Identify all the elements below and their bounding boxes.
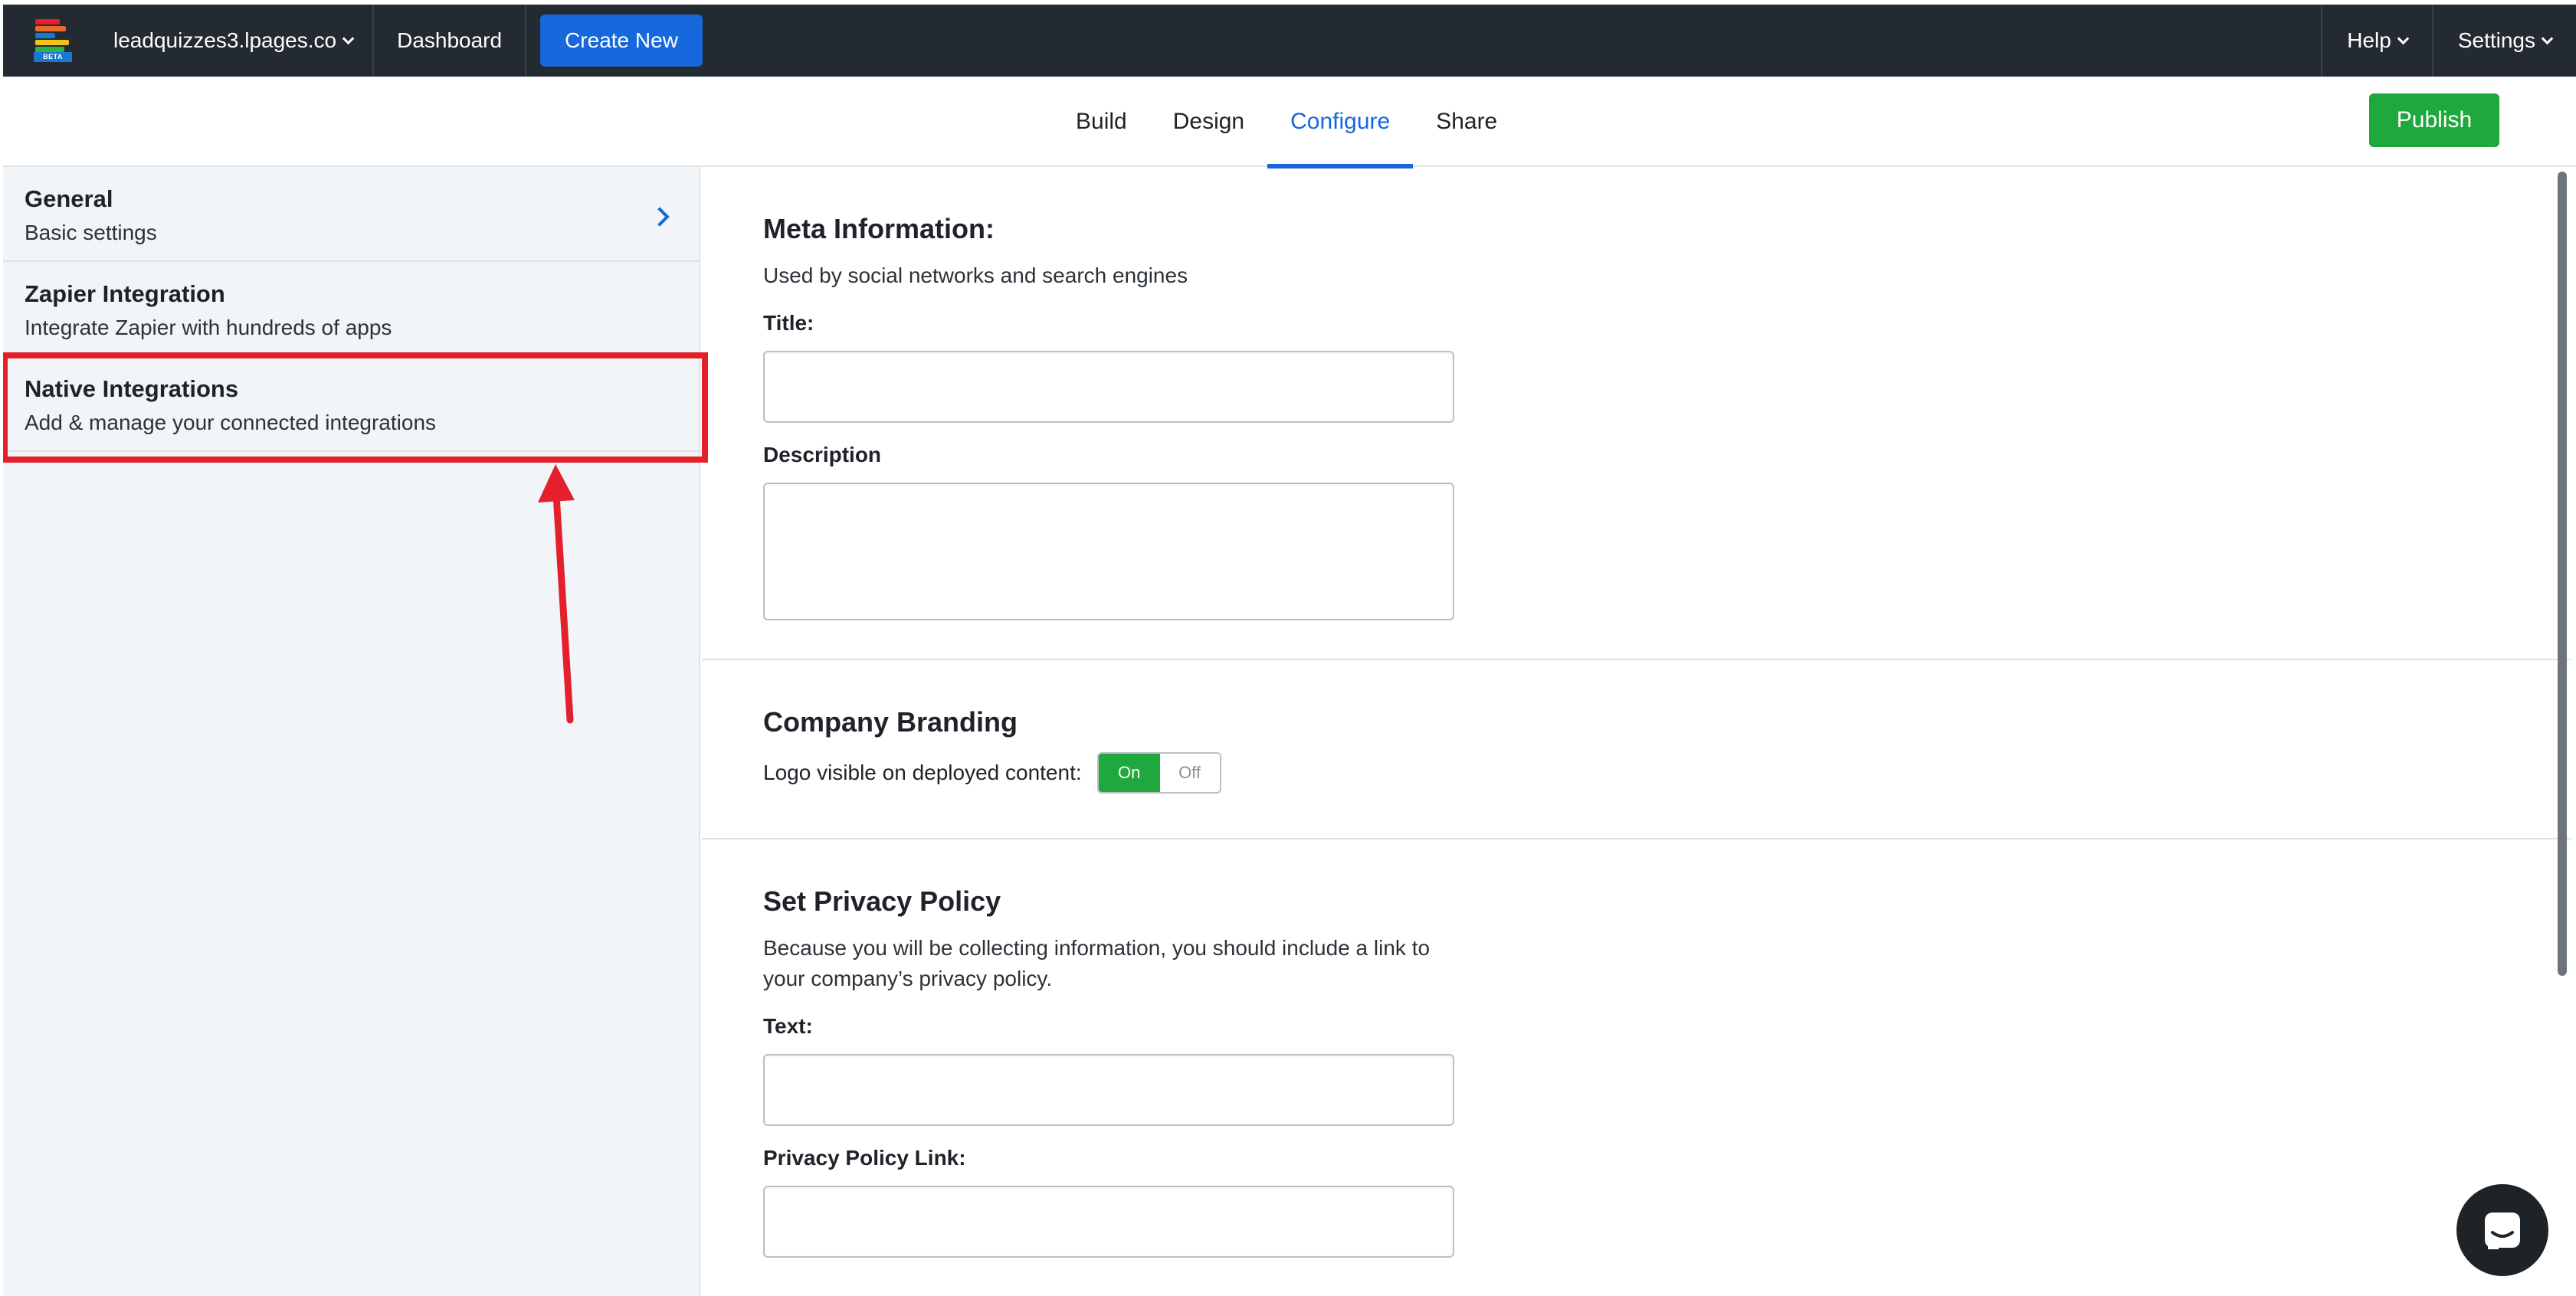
sidebar-item-zapier[interactable]: Zapier Integration Integrate Zapier with… [3,262,699,357]
logo-visibility-toggle[interactable]: On Off [1096,752,1221,794]
configure-main-panel: Meta Information: Used by social network… [702,167,2571,1296]
chevron-down-icon [342,32,355,44]
tab-design[interactable]: Design [1150,77,1267,167]
sidebar-item-title: Zapier Integration [25,280,225,307]
editor-subnav: Build Design Configure Share Publish [3,77,2576,169]
privacy-link-input[interactable] [763,1186,1454,1258]
beta-badge: BETA [34,52,72,62]
privacy-heading: Set Privacy Policy [763,885,1001,917]
toggle-off-option[interactable]: Off [1159,754,1220,792]
site-selector[interactable]: leadquizzes3.lpages.co [103,5,375,77]
meta-title-label: Title: [763,311,814,335]
tab-build[interactable]: Build [1053,77,1150,167]
site-name: leadquizzes3.lpages.co [113,28,337,52]
meta-description-label: Description [763,443,882,466]
app-window: BETA leadquizzes3.lpages.co Dashboard Cr… [3,5,2576,1296]
configure-sidebar: General Basic settings Zapier Integratio… [3,167,700,1296]
logo-icon: BETA [34,19,72,62]
main-scrollbar[interactable] [2558,172,2567,976]
publish-button[interactable]: Publish [2369,93,2499,147]
toggle-on-option[interactable]: On [1098,754,1160,792]
editor-tabs: Build Design Configure Share [1053,77,1520,169]
settings-label: Settings [2457,28,2535,52]
sidebar-item-general[interactable]: General Basic settings [3,167,699,262]
meta-heading: Meta Information: [763,213,995,244]
chat-launcher-button[interactable] [2456,1184,2548,1276]
sidebar-item-subtitle: Integrate Zapier with hundreds of apps [25,316,392,339]
sidebar-item-subtitle: Basic settings [25,221,157,244]
settings-menu[interactable]: Settings [2431,5,2576,77]
chevron-down-icon [2397,32,2410,44]
sidebar-item-title: General [25,185,113,212]
privacy-link-label: Privacy Policy Link: [763,1146,966,1170]
tab-configure[interactable]: Configure [1267,77,1414,169]
meta-description-textarea[interactable] [763,483,1454,620]
annotation-arrow-icon [538,464,575,724]
branding-section: Company Branding Logo visible on deploye… [702,660,2571,839]
top-navbar: BETA leadquizzes3.lpages.co Dashboard Cr… [3,5,2576,77]
chevron-down-icon [2541,32,2554,44]
help-label: Help [2347,28,2391,52]
meta-title-input[interactable] [763,351,1454,423]
create-new-button[interactable]: Create New [540,15,703,67]
help-menu[interactable]: Help [2321,5,2432,77]
annotation-highlight-box [3,352,708,463]
tab-share[interactable]: Share [1413,77,1520,167]
privacy-hint: Because you will be collecting informati… [763,936,1431,990]
meta-hint: Used by social networks and search engin… [763,263,1188,287]
chat-icon [2485,1213,2520,1249]
logo-link[interactable]: BETA [3,5,103,77]
privacy-text-label: Text: [763,1014,813,1038]
privacy-text-input[interactable] [763,1054,1454,1126]
meta-section: Meta Information: Used by social network… [702,167,2571,660]
branding-label: Logo visible on deployed content: [763,761,1082,784]
branding-heading: Company Branding [763,706,1018,738]
dashboard-link[interactable]: Dashboard [374,5,527,77]
privacy-section: Set Privacy Policy Because you will be c… [702,839,2571,1296]
